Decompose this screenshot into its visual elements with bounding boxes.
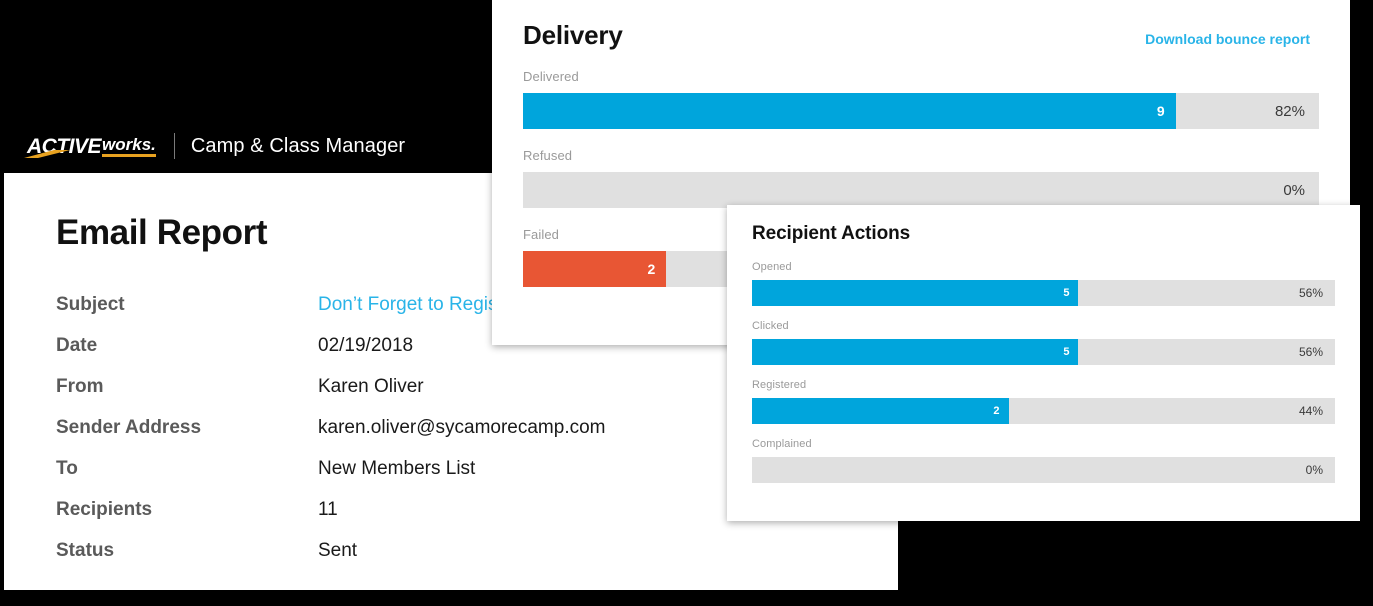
bar-fill-failed: 2 [523, 251, 667, 287]
recipient-actions-card: Recipient Actions Opened 5 56% Clicked 5 [727, 205, 1360, 521]
table-row: Status Sent [56, 540, 886, 582]
bar-track-refused: 0% [523, 172, 1319, 208]
detail-value-from: Karen Oliver [318, 376, 424, 397]
bar-block-opened: Opened 5 56% [752, 261, 1335, 306]
screenshot-stage: ACTIVE works. Camp & Class Manager Email… [0, 0, 1373, 606]
bar-label-registered: Registered [752, 379, 807, 391]
page-title: Email Report [56, 213, 268, 252]
bar-label-complained: Complained [752, 438, 812, 450]
logo-divider [173, 133, 175, 159]
activeworks-logo[interactable]: ACTIVE works. Camp & Class Manager [24, 133, 406, 159]
bar-label-delivered: Delivered [523, 69, 579, 84]
logo-works-text: works. [102, 136, 156, 157]
bar-label-clicked: Clicked [752, 320, 789, 332]
detail-label-status: Status [56, 540, 115, 561]
bar-block-registered: Registered 2 44% [752, 379, 1335, 424]
bar-percent-opened: 56% [1298, 286, 1323, 300]
bar-count-failed: 2 [647, 261, 656, 277]
bar-percent-complained: 0% [1305, 463, 1323, 477]
recipient-actions-card-title: Recipient Actions [752, 223, 911, 244]
bar-track-opened: 5 56% [752, 280, 1335, 306]
recipient-actions-bars: Opened 5 56% Clicked 5 56% Registered 2 … [727, 245, 1360, 483]
bar-fill-opened: 5 [752, 280, 1079, 306]
bar-percent-refused: 0% [1283, 181, 1305, 199]
bar-track-clicked: 5 56% [752, 339, 1335, 365]
download-bounce-report-link[interactable]: Download bounce report [1145, 31, 1310, 47]
bar-block-clicked: Clicked 5 56% [752, 320, 1335, 365]
bar-fill-delivered: 9 [523, 93, 1176, 129]
detail-label-from: From [56, 376, 104, 397]
bar-count-delivered: 9 [1156, 103, 1165, 119]
bar-track-delivered: 9 82% [523, 93, 1319, 129]
detail-label-recipients: Recipients [56, 499, 153, 520]
bar-block-delivered: Delivered 9 82% [523, 69, 1319, 129]
detail-label-sender-address: Sender Address [56, 417, 202, 438]
bar-fill-clicked: 5 [752, 339, 1079, 365]
logo-active-text: ACTIVE [27, 134, 102, 158]
detail-value-to: New Members List [318, 458, 476, 479]
bar-count-registered: 2 [993, 404, 1000, 417]
bar-label-opened: Opened [752, 261, 792, 273]
detail-value-subject[interactable]: Don’t Forget to Register [318, 294, 520, 316]
bar-label-refused: Refused [523, 148, 573, 163]
detail-value-date: 02/19/2018 [318, 335, 414, 356]
bar-track-complained: 0% [752, 457, 1335, 483]
delivery-card-header: Delivery Download bounce report [492, 0, 1350, 51]
product-name-label: Camp & Class Manager [190, 134, 406, 157]
logo-mark: ACTIVE works. [24, 133, 156, 159]
bar-count-opened: 5 [1063, 286, 1070, 299]
bar-percent-delivered: 82% [1274, 102, 1305, 120]
bar-block-complained: Complained 0% [752, 438, 1335, 483]
detail-value-status: Sent [318, 540, 358, 561]
detail-value-recipients: 11 [318, 499, 338, 520]
bar-track-registered: 2 44% [752, 398, 1335, 424]
bar-fill-registered: 2 [752, 398, 1009, 424]
bar-percent-clicked: 56% [1298, 345, 1323, 359]
bar-percent-registered: 44% [1298, 404, 1323, 418]
detail-label-date: Date [56, 335, 98, 356]
detail-label-to: To [56, 458, 78, 479]
bar-count-clicked: 5 [1063, 345, 1070, 358]
delivery-card-title: Delivery [523, 20, 623, 50]
bar-block-refused: Refused 0% [523, 148, 1319, 208]
detail-value-sender-address: karen.oliver@sycamorecamp.com [318, 417, 606, 438]
recipient-actions-card-header: Recipient Actions [727, 205, 1360, 245]
detail-label-subject: Subject [56, 294, 125, 315]
